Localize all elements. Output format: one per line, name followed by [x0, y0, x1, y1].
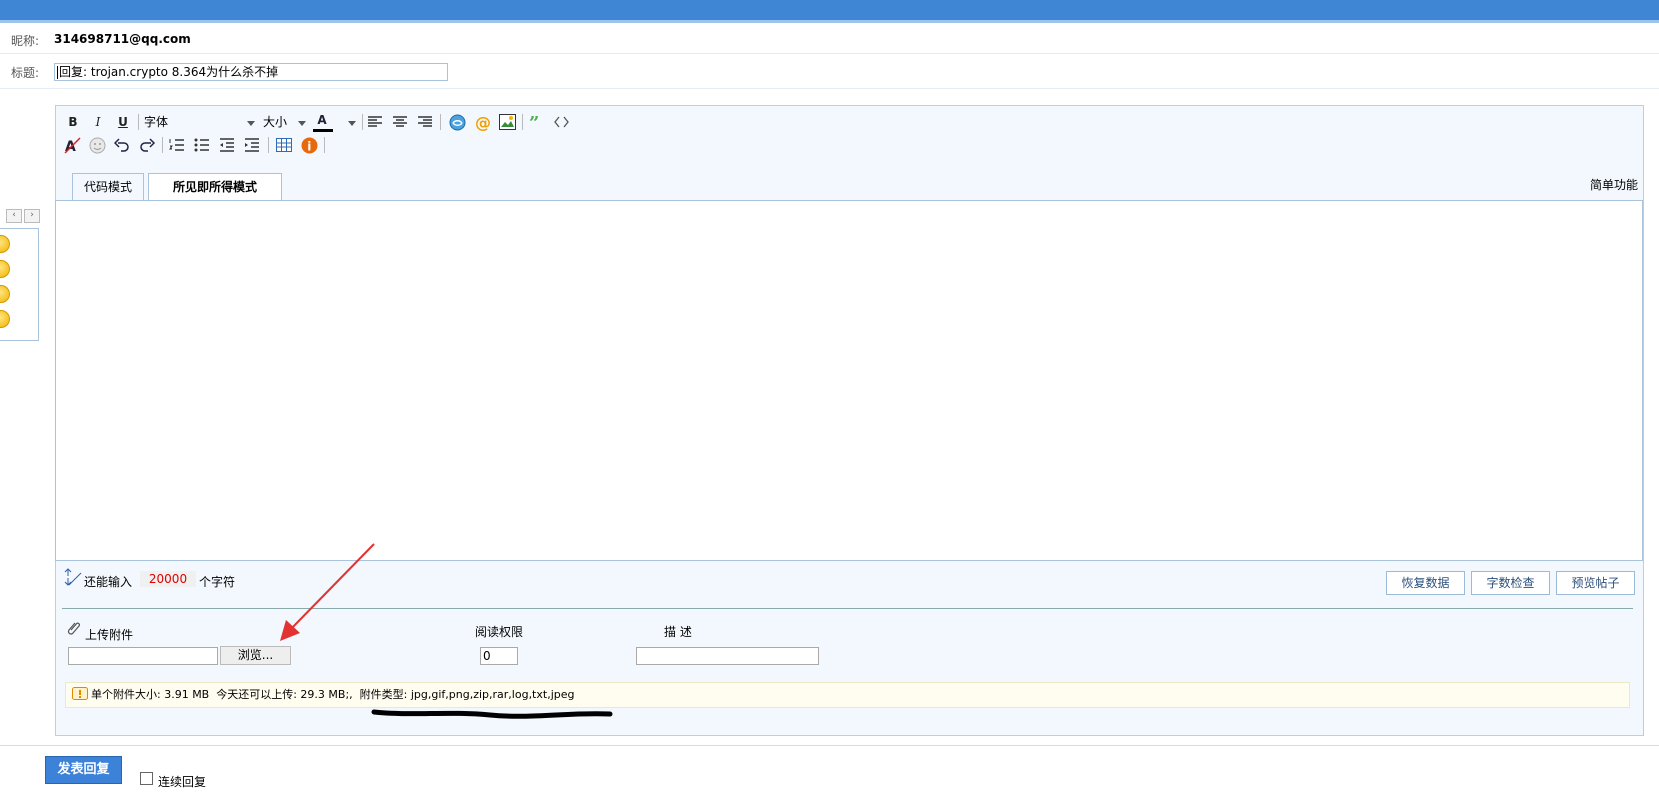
align-left-icon[interactable]	[367, 115, 383, 129]
svg-text:i: i	[307, 140, 311, 154]
image-icon[interactable]	[499, 114, 516, 130]
outdent-icon[interactable]	[219, 138, 235, 152]
table-icon[interactable]	[276, 138, 292, 152]
submit-reply-button[interactable]: 发表回复	[45, 756, 122, 784]
read-permission-input[interactable]: 0	[480, 647, 518, 665]
toolbar-separator	[324, 137, 325, 153]
smiley-icon[interactable]	[0, 310, 10, 328]
toolbar-separator	[138, 114, 139, 130]
toolbar-separator	[162, 137, 163, 153]
nickname-label: 昵称:	[11, 34, 40, 48]
nickname-value: 314698711@qq.com	[54, 32, 191, 46]
remaining-count: 20000	[140, 571, 196, 587]
ordered-list-icon[interactable]	[169, 138, 185, 152]
remaining-prefix: 还能输入	[84, 575, 133, 589]
tab-code-mode[interactable]: 代码模式	[72, 173, 144, 200]
email-icon[interactable]: @	[474, 114, 491, 131]
remaining-suffix: 个字符	[199, 575, 236, 589]
smiley-icon[interactable]	[0, 260, 10, 278]
upload-attachment-label: 上传附件	[85, 628, 134, 642]
tab-wysiwyg-mode[interactable]: 所见即所得模式	[148, 173, 282, 201]
font-color-swatch	[313, 129, 333, 132]
top-bar	[0, 0, 1659, 23]
description-input[interactable]	[636, 647, 819, 665]
toolbar-separator	[268, 137, 269, 153]
toolbar-separator	[362, 114, 363, 130]
unordered-list-icon[interactable]	[194, 138, 210, 152]
preview-post-button[interactable]: 预览帖子	[1556, 571, 1635, 595]
notice-icon	[72, 687, 88, 700]
resize-icon[interactable]	[64, 568, 82, 586]
smiley-toggle-icon[interactable]	[89, 137, 106, 154]
attachment-file-input[interactable]	[68, 647, 218, 665]
description-label: 描 述	[664, 625, 692, 639]
row-divider	[0, 88, 1659, 89]
text-caret	[57, 66, 58, 79]
font-color-button[interactable]: A	[313, 111, 331, 129]
attachment-notice-text: 单个附件大小: 3.91 MB 今天还可以上传: 29.3 MB;, 附件类型:…	[91, 688, 575, 701]
continuous-reply-label: 连续回复	[158, 775, 207, 789]
subject-input[interactable]: 回复: trojan.crypto 8.364为什么杀不掉	[54, 63, 448, 81]
smiley-prev-button[interactable]: ‹	[6, 209, 22, 223]
continuous-reply-checkbox[interactable]	[140, 772, 153, 785]
smiley-icon[interactable]	[0, 235, 10, 253]
row-divider	[0, 745, 1659, 746]
remove-format-icon[interactable]: A	[64, 137, 81, 154]
svg-text:@: @	[475, 114, 491, 131]
paperclip-icon	[67, 622, 80, 635]
font-select[interactable]: 字体	[144, 113, 168, 131]
restore-data-button[interactable]: 恢复数据	[1386, 571, 1465, 595]
attachment-notice: 单个附件大小: 3.91 MB 今天还可以上传: 29.3 MB;, 附件类型:…	[65, 682, 1630, 708]
font-color-letter: A	[317, 113, 327, 127]
link-icon[interactable]	[449, 114, 466, 131]
chevron-down-icon[interactable]	[247, 121, 255, 126]
undo-icon[interactable]	[114, 138, 130, 152]
smiley-icon[interactable]	[0, 285, 10, 303]
italic-button[interactable]: I	[89, 113, 107, 131]
subject-text: 回复: trojan.crypto 8.364为什么杀不掉	[59, 65, 279, 79]
svg-text:”: ”	[529, 114, 539, 130]
chevron-down-icon[interactable]	[298, 121, 306, 126]
smiley-panel	[0, 228, 39, 341]
size-select[interactable]: 大小	[263, 113, 287, 131]
smiley-next-button[interactable]: ›	[24, 209, 40, 223]
subject-label: 标题:	[11, 66, 40, 80]
quote-icon[interactable]: ”	[528, 114, 545, 130]
word-count-button[interactable]: 字数检查	[1471, 571, 1550, 595]
indent-icon[interactable]	[244, 138, 260, 152]
simple-mode-link[interactable]: 简单功能	[1590, 176, 1638, 193]
redo-icon[interactable]	[139, 138, 155, 152]
annotation-arrow	[280, 543, 375, 641]
bold-button[interactable]: B	[64, 113, 82, 131]
underline-button[interactable]: U	[114, 113, 132, 131]
toolbar-separator	[440, 114, 441, 130]
row-divider	[0, 53, 1659, 54]
info-icon[interactable]: i	[301, 137, 318, 154]
code-icon[interactable]	[553, 114, 570, 130]
align-center-icon[interactable]	[392, 115, 408, 129]
align-right-icon[interactable]	[417, 115, 433, 129]
browse-button[interactable]: 浏览...	[220, 646, 291, 665]
toolbar-separator	[522, 114, 523, 130]
annotation-scribble	[371, 709, 613, 719]
read-permission-label: 阅读权限	[475, 625, 524, 639]
chevron-down-icon[interactable]	[348, 121, 356, 126]
post-content-editor[interactable]	[55, 200, 1643, 561]
